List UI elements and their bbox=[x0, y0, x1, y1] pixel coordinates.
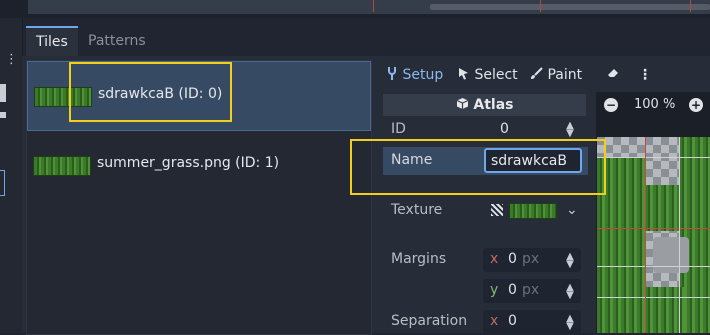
id-spinner[interactable]: ▲ ▼ bbox=[563, 121, 577, 139]
tile-source-label: summer_grass.png (ID: 1) bbox=[97, 155, 280, 171]
red-marker bbox=[690, 0, 691, 12]
grid-line bbox=[645, 137, 646, 333]
grid-line bbox=[679, 137, 680, 333]
separation-x-value[interactable]: 0 bbox=[508, 313, 517, 329]
eraser-icon bbox=[606, 67, 620, 83]
tab-patterns[interactable]: Patterns bbox=[78, 26, 156, 56]
unit-label: px bbox=[522, 251, 540, 267]
x-axis-label: x bbox=[490, 313, 499, 329]
chevron-down-icon[interactable]: ⌄ bbox=[566, 202, 578, 218]
tab-tiles[interactable]: Tiles bbox=[26, 26, 78, 56]
atlas-header: Atlas bbox=[383, 94, 586, 116]
margins-y-spinner[interactable]: ▲ ▼ bbox=[563, 283, 577, 301]
grid-line bbox=[597, 228, 710, 229]
x-axis-label: x bbox=[490, 251, 499, 267]
stone-tile bbox=[653, 237, 689, 273]
texture-label: Texture bbox=[391, 202, 443, 218]
paint-button[interactable]: Paint bbox=[530, 64, 582, 86]
margins-x-value[interactable]: 0 bbox=[508, 251, 517, 267]
setup-button[interactable]: Setup bbox=[386, 64, 443, 86]
select-label: Select bbox=[474, 67, 518, 83]
grid-line bbox=[597, 157, 710, 158]
id-value[interactable]: 0 bbox=[500, 121, 509, 137]
red-marker bbox=[540, 0, 541, 12]
texture-thumbnail[interactable] bbox=[509, 203, 557, 219]
dock-indicator-icon bbox=[0, 84, 6, 102]
dock-tab-indicator[interactable] bbox=[0, 170, 5, 196]
separation-x-spinner[interactable]: ▲ ▼ bbox=[563, 314, 577, 332]
grass-tile bbox=[645, 185, 679, 231]
setup-label: Setup bbox=[402, 67, 444, 83]
atlas-header-label: Atlas bbox=[473, 97, 514, 113]
top-scrollbar[interactable] bbox=[430, 4, 710, 10]
zoom-level: 100 % bbox=[634, 97, 676, 112]
atlas-toolbar: Setup Select Paint ⋮ bbox=[380, 60, 710, 88]
paint-label: Paint bbox=[547, 67, 583, 83]
highlight-box bbox=[69, 62, 232, 122]
margins-x-spinner[interactable]: ▲ ▼ bbox=[563, 252, 577, 270]
zoom-controls: − 100 % + bbox=[596, 92, 710, 120]
atlas-box-icon bbox=[456, 97, 474, 113]
select-button[interactable]: Select bbox=[458, 64, 518, 86]
tile-thumbnail bbox=[33, 156, 91, 176]
unit-label: px bbox=[522, 282, 540, 298]
minus-icon[interactable]: − bbox=[604, 98, 618, 112]
dock-indicator-icon bbox=[0, 112, 6, 118]
dock-handle-icon[interactable]: ⋮ bbox=[5, 52, 18, 67]
grid-line bbox=[597, 297, 710, 298]
cursor-icon bbox=[458, 67, 474, 83]
plus-icon[interactable]: + bbox=[689, 98, 703, 112]
texture-checker-icon bbox=[491, 204, 503, 216]
tileset-tabs: Tiles Patterns bbox=[22, 26, 710, 58]
id-label: ID bbox=[391, 121, 406, 137]
atlas-texture-canvas[interactable] bbox=[597, 137, 710, 333]
margins-y-value[interactable]: 0 bbox=[508, 282, 517, 298]
wrench-icon bbox=[386, 67, 402, 83]
margins-label: Margins bbox=[391, 251, 447, 267]
kebab-menu-icon: ⋮ bbox=[638, 67, 652, 83]
grid-line bbox=[597, 266, 710, 267]
y-axis-label: y bbox=[490, 282, 499, 298]
highlight-box bbox=[350, 139, 606, 195]
separation-label: Separation bbox=[391, 313, 468, 329]
more-options-button[interactable]: ⋮ bbox=[638, 64, 652, 86]
eraser-button[interactable] bbox=[606, 64, 620, 86]
list-item[interactable]: summer_grass.png (ID: 1) bbox=[27, 131, 371, 197]
red-marker bbox=[373, 0, 374, 12]
top-timeline-strip bbox=[0, 0, 710, 18]
left-dock-gutter: ⋮ bbox=[0, 18, 23, 333]
brush-icon bbox=[530, 67, 547, 83]
